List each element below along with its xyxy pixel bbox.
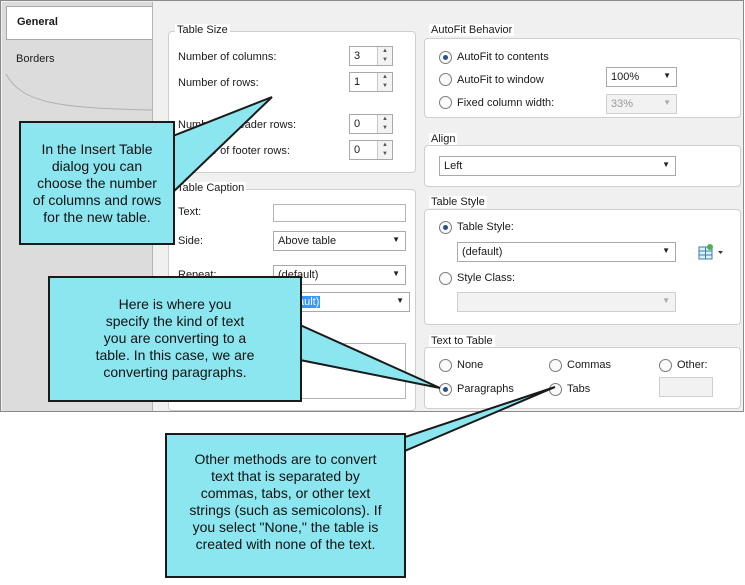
other-label: Other: (677, 359, 708, 371)
autofit-contents-label: AutoFit to contents (457, 51, 549, 63)
table-caption-title: Table Caption (175, 182, 247, 194)
fixed-width-radio[interactable] (439, 96, 452, 109)
spin-up-icon[interactable]: ▲ (378, 73, 392, 82)
none-radio[interactable] (439, 359, 452, 372)
spin-up-icon[interactable]: ▲ (378, 47, 392, 56)
spin-down-icon[interactable]: ▼ (378, 82, 392, 91)
callout-2-line: converting paragraphs. (103, 364, 247, 380)
commas-radio[interactable] (549, 359, 562, 372)
table-size-title: Table Size (175, 24, 230, 36)
callout-2-line: table. In this case, we are (95, 347, 255, 363)
footer-rows-value: 0 (354, 144, 361, 156)
commas-label: Commas (567, 359, 612, 371)
text-to-table-title: Text to Table (429, 335, 495, 347)
callout-3-line: Other methods are to convert (194, 451, 377, 467)
style-class-radio[interactable] (439, 272, 452, 285)
header-rows-spin-buttons[interactable]: ▲ ▼ (377, 115, 392, 133)
callout-other-methods: Other methods are to convert text that i… (165, 433, 406, 578)
callout-3-line: you select "None," the table is (192, 519, 379, 535)
callout-3-line: created with none of the text. (195, 536, 376, 552)
chevron-down-icon: ▼ (662, 296, 670, 305)
fixed-width-label: Fixed column width: (457, 97, 555, 109)
autofit-window-label: AutoFit to window (457, 74, 544, 86)
style-class-select[interactable]: ▼ (457, 292, 676, 312)
header-rows-value: 0 (354, 118, 361, 130)
style-class-label: Style Class: (457, 272, 516, 284)
callout-1-line: of columns and rows (32, 192, 162, 208)
table-style-label: Table Style: (457, 221, 514, 233)
chevron-down-icon: ▼ (662, 246, 670, 255)
footer-rows-label: Number of footer rows: (178, 145, 290, 157)
columns-stepper[interactable]: 3 ▲ ▼ (349, 46, 393, 66)
callout-2-line: Here is where you (118, 296, 232, 312)
table-style-radio[interactable] (439, 221, 452, 234)
callout-1-line: choose the number (37, 175, 157, 191)
other-delimiter-input[interactable] (659, 377, 713, 397)
caption-side-value: Above table (278, 235, 337, 247)
align-title: Align (429, 133, 458, 145)
fixed-width-value: 33% (611, 98, 634, 110)
callout-3-line: commas, tabs, or other text (200, 485, 371, 501)
chevron-down-icon: ▼ (662, 160, 670, 169)
columns-label: Number of columns: (178, 51, 277, 63)
callout-text-kind: Here is where you specify the kind of te… (48, 276, 302, 402)
caption-side-label: Side: (178, 235, 204, 247)
callout-2-line: you are converting to a (103, 330, 247, 346)
rows-spin-buttons[interactable]: ▲ ▼ (377, 73, 392, 91)
spin-down-icon[interactable]: ▼ (378, 150, 392, 159)
tab-divider-curve (5, 74, 152, 111)
caption-side-select[interactable]: Above table ▼ (273, 231, 406, 251)
caption-text-label: Text: (178, 206, 202, 218)
header-rows-label: Number of header rows: (178, 119, 296, 131)
insert-table-style-icon[interactable] (698, 243, 724, 261)
tabs-label: Tabs (567, 383, 591, 395)
paragraphs-radio[interactable] (439, 383, 452, 396)
rows-value: 1 (354, 76, 361, 88)
callout-1-line: for the new table. (43, 209, 151, 225)
callout-2-line: specify the kind of text (105, 313, 245, 329)
align-value: Left (444, 160, 463, 172)
footer-rows-spin-buttons[interactable]: ▲ ▼ (377, 141, 392, 159)
align-select[interactable]: Left ▼ (439, 156, 676, 176)
columns-spin-buttons[interactable]: ▲ ▼ (377, 47, 392, 65)
other-radio[interactable] (659, 359, 672, 372)
spin-down-icon[interactable]: ▼ (378, 56, 392, 65)
caption-text-input[interactable] (273, 204, 406, 222)
chevron-down-icon: ▼ (663, 98, 671, 107)
callout-1-line: dialog you can (51, 158, 143, 174)
callout-insert-table: In the Insert Table dialog you can choos… (19, 121, 175, 245)
tab-general[interactable]: General (6, 6, 152, 40)
chevron-down-icon: ▼ (392, 269, 400, 278)
callout-3-line: text that is separated by (211, 468, 360, 484)
footer-rows-stepper[interactable]: 0 ▲ ▼ (349, 140, 393, 160)
autofit-window-radio[interactable] (439, 73, 452, 86)
chevron-down-icon: ▼ (396, 296, 404, 305)
spin-up-icon[interactable]: ▲ (378, 115, 392, 124)
rows-label: Number of rows: (178, 77, 259, 89)
fixed-width-select[interactable]: 33% ▼ (606, 94, 677, 114)
none-label: None (457, 359, 484, 371)
autofit-window-value: 100% (611, 71, 640, 83)
tabs-radio[interactable] (549, 383, 562, 396)
autofit-window-select[interactable]: 100% ▼ (606, 67, 677, 87)
columns-value: 3 (354, 50, 361, 62)
paragraphs-label: Paragraphs (457, 383, 514, 395)
autofit-title: AutoFit Behavior (429, 24, 515, 36)
table-style-value: (default) (462, 246, 503, 258)
rows-stepper[interactable]: 1 ▲ ▼ (349, 72, 393, 92)
table-style-select[interactable]: (default) ▼ (457, 242, 676, 262)
table-style-title: Table Style (429, 196, 487, 208)
autofit-contents-radio[interactable] (439, 51, 452, 64)
chevron-down-icon: ▼ (663, 71, 671, 80)
tab-borders[interactable]: Borders (6, 44, 152, 78)
callout-1-line: In the Insert Table (41, 141, 153, 157)
header-rows-stepper[interactable]: 0 ▲ ▼ (349, 114, 393, 134)
callout-3-line: strings (such as semicolons). If (189, 502, 382, 518)
spin-down-icon[interactable]: ▼ (378, 124, 392, 133)
chevron-down-icon: ▼ (392, 235, 400, 244)
spin-up-icon[interactable]: ▲ (378, 141, 392, 150)
